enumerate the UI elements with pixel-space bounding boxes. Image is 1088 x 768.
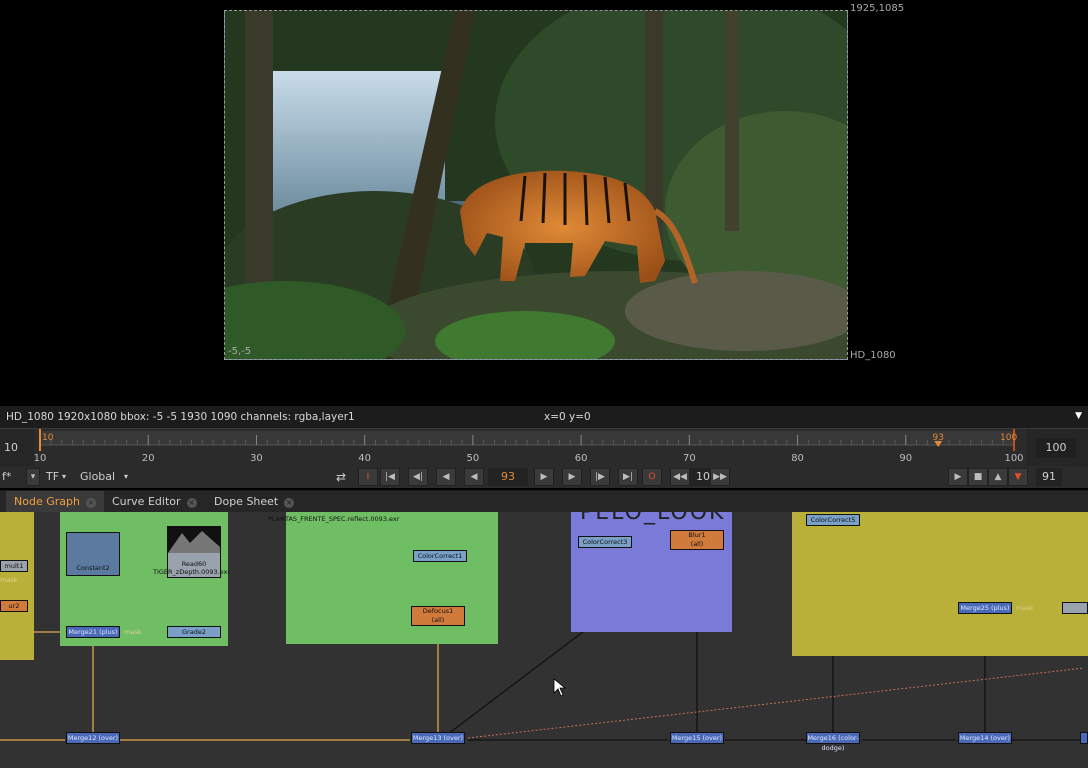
- timeline-tick-label: 60: [575, 453, 588, 464]
- cursor-coords: x=0 y=0: [544, 411, 591, 423]
- loop-mode-icon[interactable]: ⇄: [336, 468, 346, 486]
- node-merge16[interactable]: Merge16 (color-dodge): [806, 732, 860, 752]
- timeline-tick-label: 10: [34, 453, 46, 464]
- defocus-name: Defocus1: [422, 607, 454, 615]
- step-forward-icon[interactable]: ▶: [562, 468, 582, 486]
- node-colorcorrect5[interactable]: ColorCorrect5: [806, 514, 860, 526]
- image-info: HD_1080 1920x1080 bbox: -5 -5 1930 1090 …: [6, 411, 355, 423]
- node-ur2[interactable]: ur2: [0, 600, 28, 612]
- node-defocus[interactable]: Defocus1 (all): [411, 606, 465, 626]
- viewer-panel[interactable]: -5,-5 1925,1085 HD_1080: [0, 0, 1088, 405]
- timeline-in-point[interactable]: 10: [0, 429, 34, 467]
- timeline-tick-label: 90: [899, 453, 912, 464]
- timeline-out-area: 100: [1026, 429, 1088, 467]
- tab-label: Dope Sheet: [214, 495, 279, 508]
- node-merge-plus[interactable]: Merge21 (plus): [66, 626, 120, 638]
- mouse-cursor-icon: [553, 678, 567, 697]
- node-colorcorrect3[interactable]: ColorCorrect3: [578, 536, 632, 548]
- node-partial-right[interactable]: [1062, 602, 1088, 614]
- viewer-info-bar: HD_1080 1920x1080 bbox: -5 -5 1930 1090 …: [0, 406, 1088, 428]
- timeline-tick-label: 40: [358, 453, 371, 464]
- backdrop-yellow[interactable]: [792, 512, 1088, 656]
- playback-controls: f* ▾ TF ▾ Global ▾ ⇄ I |◀ ◀| ◀ ◀ 93 ▶ ▶ …: [0, 466, 1088, 488]
- tab-label: Curve Editor: [112, 495, 181, 508]
- node-blur[interactable]: Blur1 (all): [670, 530, 724, 550]
- set-in-point-button[interactable]: I: [358, 468, 378, 486]
- bookmark-icon[interactable]: ▼: [1008, 468, 1028, 486]
- node-merge12[interactable]: Merge12 (over): [66, 732, 120, 744]
- mask-label-right: mask: [1016, 604, 1034, 612]
- tf-dropdown[interactable]: TF: [46, 468, 59, 486]
- node-merge-over[interactable]: Merge15 (over): [670, 732, 724, 744]
- defocus-channels: (all): [431, 616, 445, 624]
- skip-forward-icon[interactable]: ▶▶: [710, 468, 730, 486]
- tab-label: Node Graph: [14, 495, 80, 508]
- global-dropdown[interactable]: Global: [80, 468, 115, 486]
- node-partial-bottom-right[interactable]: [1080, 732, 1088, 744]
- lock-icon[interactable]: ▲: [988, 468, 1008, 486]
- timeline-out-marker-label: 100: [1000, 433, 1017, 443]
- timeline-tick-label: 30: [250, 453, 263, 464]
- timeline-track[interactable]: 10 20 30 40 50 60 70 80 90 100 10 100 93: [34, 429, 1026, 467]
- purple-backdrop-title: PELO_LOOK: [580, 512, 726, 525]
- node-constant[interactable]: Constant2: [66, 532, 120, 576]
- flipbook-icon[interactable]: ▶: [948, 468, 968, 486]
- go-to-end-icon[interactable]: ▶|: [618, 468, 638, 486]
- fps-label: f*: [2, 470, 12, 483]
- tab-curve-editor[interactable]: Curve Editor ×: [104, 491, 205, 513]
- next-keyframe-icon[interactable]: |▶: [590, 468, 610, 486]
- skip-back-icon[interactable]: ◀◀: [670, 468, 690, 486]
- step-back-icon[interactable]: ◀: [436, 468, 456, 486]
- node-merge14[interactable]: Merge14 (over): [958, 732, 1012, 744]
- node-grade[interactable]: Grade2: [167, 626, 221, 638]
- nuke-window: -5,-5 1925,1085 HD_1080 HD_1080 1920x108…: [0, 0, 1088, 768]
- read60-filename: TIGER_zDepth.0093.exr: [153, 568, 231, 576]
- close-icon[interactable]: ×: [284, 498, 295, 508]
- read-thumbnail: [168, 527, 220, 553]
- mask-label-mid: mask: [124, 628, 142, 636]
- node-merge-plus-2[interactable]: Merge25 (plus): [958, 602, 1012, 614]
- tf-dropdown-arrow-icon[interactable]: ▾: [62, 468, 66, 486]
- end-frame-field[interactable]: 91: [1036, 468, 1062, 486]
- timeline-tick-label: 70: [683, 453, 696, 464]
- top-right-coords: 1925,1085: [850, 3, 905, 14]
- format-label: HD_1080: [850, 350, 896, 361]
- close-icon[interactable]: ×: [186, 498, 197, 508]
- tab-dope-sheet[interactable]: Dope Sheet ×: [206, 491, 302, 513]
- mask-label-left: mask: [0, 576, 18, 584]
- plants-filename: PLANTAS_FRENTE_SPEC.reflect.0093.exr: [268, 515, 400, 523]
- play-forward-icon[interactable]: ▶: [534, 468, 554, 486]
- backdrop-left[interactable]: [0, 512, 34, 660]
- global-dropdown-arrow-icon[interactable]: ▾: [124, 468, 128, 486]
- timeline-tick-label: 100: [1004, 453, 1023, 464]
- timeline-ruler[interactable]: 10 20 30 40 50 60 70 80 90 10010 10093: [34, 429, 1026, 467]
- node-colorcorrect1[interactable]: ColorCorrect1: [413, 550, 467, 562]
- set-out-point-button[interactable]: O: [642, 468, 662, 486]
- info-menu-triangle-icon[interactable]: ▼: [1075, 411, 1082, 421]
- close-icon[interactable]: ×: [85, 498, 96, 508]
- current-frame-field[interactable]: 93: [488, 468, 528, 486]
- timeline-in-marker-label: 10: [42, 433, 54, 443]
- timeline-tick-label: 80: [791, 453, 804, 464]
- backdrop-green-2[interactable]: [286, 512, 498, 644]
- previous-keyframe-icon[interactable]: ◀|: [408, 468, 428, 486]
- viewer-image[interactable]: -5,-5: [224, 10, 848, 360]
- tab-node-graph[interactable]: Node Graph ×: [6, 491, 104, 513]
- bottom-left-coords: -5,-5: [228, 346, 252, 357]
- play-backward-icon[interactable]: ◀: [464, 468, 484, 486]
- timeline-tick-label: 20: [142, 453, 155, 464]
- node-merge13[interactable]: Merge13 (over): [411, 732, 465, 744]
- panel-tabs: Node Graph × Curve Editor × Dope Sheet ×: [0, 490, 1088, 513]
- jungle-tiger-render: [225, 11, 847, 359]
- render-icon[interactable]: ■: [968, 468, 988, 486]
- timeline-tick-label: 50: [467, 453, 480, 464]
- fps-dropdown-icon[interactable]: ▾: [26, 468, 40, 486]
- blur-name: Blur1: [688, 531, 706, 539]
- timeline[interactable]: 10 10 20 30 40 50 60 70 80 90 100 10 100 93 100: [0, 428, 1088, 467]
- node-mult[interactable]: mult1: [0, 560, 28, 572]
- go-to-start-icon[interactable]: |◀: [380, 468, 400, 486]
- timeline-out-point[interactable]: 100: [1036, 438, 1076, 458]
- blur-channels: (all): [690, 540, 704, 548]
- node-graph[interactable]: mult1 mask ur2 Constant2 Read60 TIGER_zD…: [0, 512, 1088, 768]
